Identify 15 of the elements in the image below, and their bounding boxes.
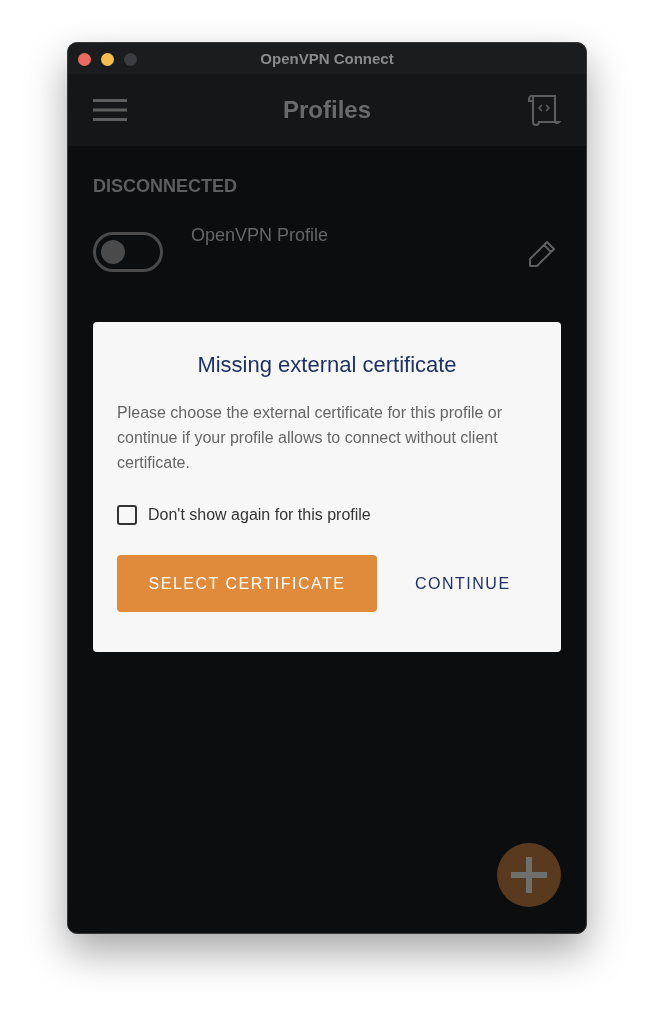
checkbox[interactable] xyxy=(117,505,137,525)
menu-icon[interactable] xyxy=(93,98,127,122)
section-label: DISCONNECTED xyxy=(93,176,238,197)
code-scroll-icon[interactable] xyxy=(527,94,561,126)
minimize-button[interactable] xyxy=(101,53,114,66)
page-title: Profiles xyxy=(283,96,371,124)
zoom-button[interactable] xyxy=(124,53,137,66)
add-button[interactable] xyxy=(497,843,561,907)
window-title: OpenVPN Connect xyxy=(260,50,394,67)
dialog-message: Please choose the external certificate for this profile or continue if your profile allows to connect without client certificate. xyxy=(117,403,504,473)
continue-button[interactable]: CONTINUE xyxy=(395,555,531,612)
checkbox-label[interactable]: Don't show again for this profile xyxy=(148,506,371,524)
toggle-switch[interactable] xyxy=(93,232,163,272)
close-button[interactable] xyxy=(78,53,91,66)
dialog-title: Missing external certificate xyxy=(196,352,458,378)
